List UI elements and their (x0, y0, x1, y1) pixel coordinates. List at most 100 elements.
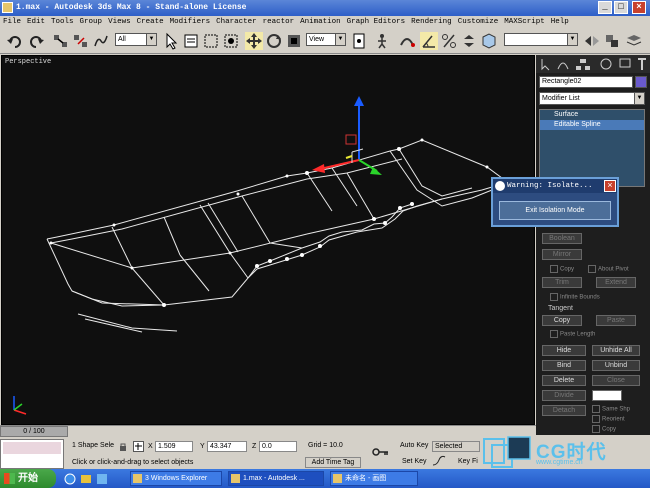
add-time-tag-button[interactable]: Add Time Tag (305, 457, 361, 468)
spinner-snap-icon[interactable] (460, 32, 478, 50)
key-filters-button[interactable]: Key Fi (458, 458, 478, 465)
detach-copy-checkbox[interactable]: Copy (592, 425, 616, 433)
modifier-list-dropdown[interactable]: Modifier List ▼ (539, 92, 645, 105)
start-button[interactable]: 开始 (0, 469, 56, 488)
mirror-icon[interactable] (583, 32, 601, 50)
close-button[interactable]: × (632, 1, 646, 14)
quick-launch-mail-icon[interactable] (80, 473, 92, 485)
menu-help[interactable]: Help (548, 16, 572, 29)
maxscript-listener-mini[interactable] (0, 439, 64, 469)
exit-isolation-mode-button[interactable]: Exit Isolation Mode (499, 201, 611, 220)
trim-button[interactable]: Trim (542, 277, 582, 288)
redo-icon[interactable] (27, 32, 45, 50)
z-coordinate-field[interactable]: 0.0 (259, 441, 297, 452)
menu-reactor[interactable]: reactor (260, 16, 298, 29)
perspective-viewport[interactable]: Perspective (1, 55, 536, 425)
divide-button[interactable]: Divide (542, 390, 586, 401)
menu-tools[interactable]: Tools (48, 16, 77, 29)
taskbar-3dsmax[interactable]: 1.max - Autodesk ... (228, 471, 324, 486)
paste-length-checkbox[interactable]: Paste Length (550, 330, 595, 338)
menu-character[interactable]: Character (213, 16, 260, 29)
unhide-all-button[interactable]: Unhide All (592, 345, 640, 356)
menu-customize[interactable]: Customize (455, 16, 502, 29)
taskbar-windows-explorer[interactable]: 3 Windows Explorer (130, 471, 222, 486)
dialog-close-button[interactable]: × (604, 180, 616, 192)
menu-file[interactable]: File (0, 16, 24, 29)
extend-button[interactable]: Extend (596, 277, 636, 288)
named-selection-icon[interactable] (480, 32, 498, 50)
quick-launch-browser-icon[interactable] (64, 473, 76, 485)
menu-maxscript[interactable]: MAXScript (501, 16, 548, 29)
select-and-move-icon[interactable] (245, 32, 263, 50)
display-tab-icon[interactable] (619, 58, 631, 68)
select-and-scale-icon[interactable] (285, 32, 303, 50)
create-tab-icon[interactable] (541, 59, 550, 71)
tangent-paste-button[interactable]: Paste (596, 315, 636, 326)
undo-icon[interactable] (6, 32, 24, 50)
stack-item-editable-spline[interactable]: Editable Spline (540, 120, 644, 130)
boolean-button[interactable]: Boolean (542, 233, 582, 244)
absolute-mode-icon[interactable] (133, 441, 144, 452)
menu-create[interactable]: Create (134, 16, 167, 29)
infinite-bounds-checkbox[interactable]: Infinite Bounds (550, 293, 600, 301)
hierarchy-tab-icon[interactable] (576, 59, 590, 70)
maximize-button[interactable]: □ (614, 1, 628, 14)
y-coordinate-field[interactable]: 43.347 (207, 441, 247, 452)
set-key-button[interactable]: Set Key (402, 458, 427, 465)
menu-group[interactable]: Group (77, 16, 106, 29)
menu-modifiers[interactable]: Modifiers (167, 16, 214, 29)
angle-snap-icon[interactable] (420, 32, 438, 50)
menu-graph-editors[interactable]: Graph Editors (344, 16, 409, 29)
lock-selection-icon[interactable] (118, 442, 128, 452)
bind-button[interactable]: Bind (542, 360, 586, 371)
snaps-toggle-icon[interactable] (398, 32, 416, 50)
detach-button[interactable]: Detach (542, 405, 586, 416)
reference-coordinate-dropdown[interactable]: View ▼ (306, 33, 346, 46)
listener-input[interactable] (3, 442, 61, 454)
named-selection-sets-dropdown[interactable]: ▼ (504, 33, 578, 46)
bind-to-space-warp-icon[interactable] (92, 32, 110, 50)
utilities-tab-icon[interactable] (638, 58, 646, 70)
same-shape-checkbox[interactable]: Same Shp (592, 405, 630, 413)
mirror-button[interactable]: Mirror (542, 249, 582, 260)
selection-filter-dropdown[interactable]: All ▼ (115, 33, 157, 46)
x-coordinate-field[interactable]: 1.509 (155, 441, 193, 452)
delete-button[interactable]: Delete (542, 375, 586, 386)
about-pivot-checkbox[interactable]: About Pivot (588, 265, 629, 273)
copy-checkbox[interactable]: Copy (550, 265, 574, 273)
divide-count-spinner[interactable] (592, 390, 622, 401)
default-tangent-icon[interactable] (432, 455, 446, 467)
menu-animation[interactable]: Animation (297, 16, 344, 29)
align-icon[interactable] (603, 32, 621, 50)
quick-launch-desktop-icon[interactable] (96, 473, 108, 485)
key-mode-dropdown[interactable]: Selected (432, 441, 480, 452)
key-icon[interactable] (372, 446, 390, 458)
object-color-swatch[interactable] (635, 76, 647, 88)
layer-manager-icon[interactable] (625, 32, 643, 50)
minimize-button[interactable]: _ (598, 1, 612, 14)
reorient-checkbox[interactable]: Reorient (592, 415, 625, 423)
stack-item-surface[interactable]: Surface (540, 110, 644, 120)
menu-views[interactable]: Views (105, 16, 134, 29)
taskbar-paint[interactable]: 未命名 - 画图 (330, 471, 418, 486)
motion-tab-icon[interactable] (600, 58, 612, 70)
percent-snap-icon[interactable] (440, 32, 458, 50)
unbind-button[interactable]: Unbind (592, 360, 640, 371)
rectangular-selection-icon[interactable] (202, 32, 220, 50)
modify-tab-icon[interactable] (557, 62, 569, 70)
tangent-copy-button[interactable]: Copy (542, 315, 582, 326)
time-slider[interactable]: 0 / 100 (0, 426, 68, 437)
select-and-rotate-icon[interactable] (265, 32, 283, 50)
select-by-name-icon[interactable] (182, 32, 200, 50)
window-crossing-icon[interactable] (222, 32, 240, 50)
unlink-icon[interactable] (72, 32, 90, 50)
hide-button[interactable]: Hide (542, 345, 586, 356)
use-pivot-center-icon[interactable] (350, 32, 368, 50)
select-and-link-icon[interactable] (52, 32, 70, 50)
object-name-field[interactable]: Rectangle02 (539, 76, 633, 88)
select-and-manipulate-icon[interactable] (373, 32, 391, 50)
close-spline-button[interactable]: Close (592, 375, 640, 386)
auto-key-button[interactable]: Auto Key (400, 442, 428, 449)
transform-gizmo[interactable] (312, 96, 382, 175)
menu-rendering[interactable]: Rendering (408, 16, 455, 29)
